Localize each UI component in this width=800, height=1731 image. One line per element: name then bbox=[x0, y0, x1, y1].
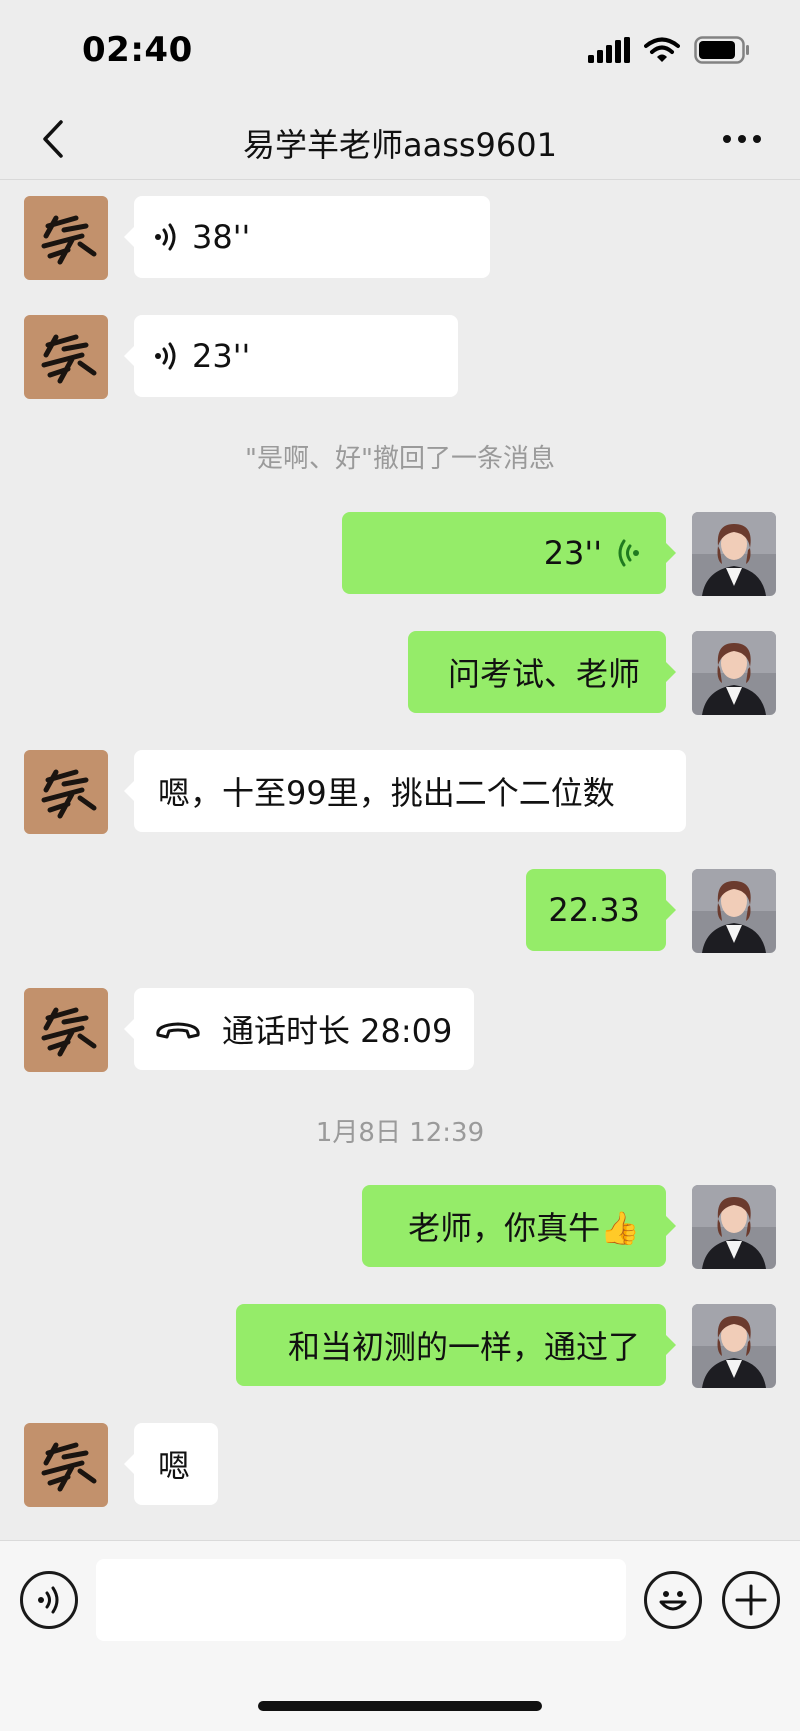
recall-notice: "是啊、好"撤回了一条消息 bbox=[245, 444, 555, 474]
status-icons bbox=[588, 36, 750, 64]
more-button[interactable] bbox=[712, 114, 772, 164]
teacher-avatar[interactable] bbox=[24, 196, 108, 280]
cellular-signal-icon bbox=[588, 37, 630, 63]
user-avatar[interactable] bbox=[692, 631, 776, 715]
teacher-avatar[interactable] bbox=[24, 1423, 108, 1507]
voice-duration: 23'' bbox=[192, 337, 251, 375]
voice-wave-icon bbox=[618, 539, 639, 567]
chat-screen: 02:40 易学羊老师aass9601 38'' 23'' "是啊、好"撤回了一… bbox=[0, 0, 800, 1731]
call-duration: 通话时长 28:09 bbox=[222, 1012, 453, 1050]
message-text: 嗯，十至99里，挑出二个二位数 bbox=[158, 774, 615, 812]
user-avatar[interactable] bbox=[692, 1185, 776, 1269]
voice-wave-icon bbox=[155, 342, 176, 370]
more-dots-icon bbox=[723, 135, 761, 143]
wifi-icon bbox=[644, 37, 680, 62]
plus-icon bbox=[735, 1584, 767, 1616]
add-button[interactable] bbox=[722, 1571, 780, 1629]
text-message-outgoing[interactable]: 22.33 bbox=[526, 869, 676, 951]
emoji-button[interactable] bbox=[644, 1571, 702, 1629]
voice-duration: 23'' bbox=[543, 534, 602, 572]
status-bar: 02:40 bbox=[0, 0, 800, 100]
message-text: 22.33 bbox=[548, 891, 640, 929]
voice-wave-icon bbox=[155, 223, 176, 251]
phone-handset-icon bbox=[156, 1022, 200, 1039]
text-message-outgoing[interactable]: 问考试、老师 bbox=[408, 631, 676, 713]
message-text: 嗯 bbox=[158, 1447, 191, 1485]
clock: 02:40 bbox=[82, 30, 193, 70]
user-avatar[interactable] bbox=[692, 512, 776, 596]
text-message-outgoing[interactable]: 老师，你真牛👍 bbox=[362, 1185, 676, 1267]
message-timestamp: 1月8日 12:39 bbox=[315, 1118, 485, 1148]
message-text: 和当初测的一样，通过了 bbox=[287, 1328, 640, 1366]
teacher-avatar[interactable] bbox=[24, 750, 108, 834]
voice-message-incoming[interactable]: 38'' bbox=[124, 196, 490, 278]
teacher-avatar[interactable] bbox=[24, 315, 108, 399]
message-text: 问考试、老师 bbox=[447, 655, 640, 693]
emoji-icon bbox=[659, 1591, 687, 1611]
message-text: 老师，你真牛👍 bbox=[408, 1209, 640, 1247]
voice-input-button[interactable] bbox=[20, 1571, 78, 1629]
teacher-avatar[interactable] bbox=[24, 988, 108, 1072]
battery-icon bbox=[694, 36, 749, 64]
voice-message-incoming[interactable]: 23'' bbox=[124, 315, 458, 397]
call-record-message[interactable]: 通话时长 28:09 bbox=[124, 988, 474, 1070]
user-avatar[interactable] bbox=[692, 869, 776, 953]
user-avatar[interactable] bbox=[692, 1304, 776, 1388]
message-input[interactable] bbox=[96, 1559, 626, 1641]
input-bar bbox=[0, 1540, 800, 1731]
voice-input-icon bbox=[38, 1586, 59, 1614]
home-indicator bbox=[258, 1701, 542, 1711]
text-message-outgoing[interactable]: 和当初测的一样，通过了 bbox=[236, 1304, 676, 1386]
text-message-incoming[interactable]: 嗯，十至99里，挑出二个二位数 bbox=[124, 750, 686, 832]
text-message-incoming[interactable]: 嗯 bbox=[124, 1423, 218, 1505]
voice-message-outgoing[interactable]: 23'' bbox=[342, 512, 676, 594]
navigation-bar: 易学羊老师aass9601 bbox=[0, 100, 800, 180]
chat-title: 易学羊老师aass9601 bbox=[242, 126, 557, 164]
voice-duration: 38'' bbox=[192, 218, 251, 256]
